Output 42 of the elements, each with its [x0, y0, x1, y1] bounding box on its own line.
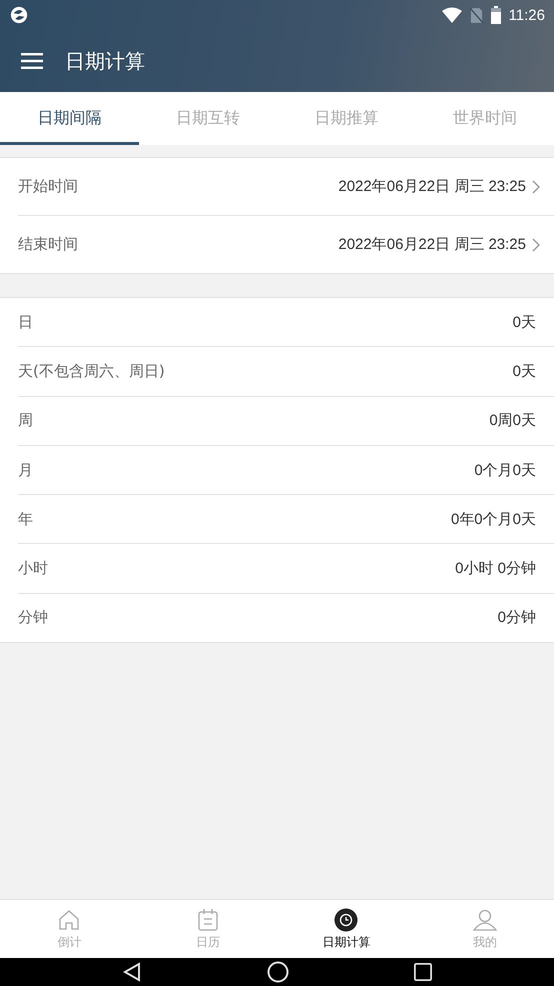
- date-time-picker[interactable]: 2022年06月22日 周三 23:25: [338, 177, 540, 196]
- clock-icon: [334, 908, 358, 932]
- result-value: 0小时 0分钟: [455, 559, 536, 578]
- screen-title: 日期计算: [65, 48, 145, 74]
- nav-item[interactable]: 日期计算: [277, 900, 416, 958]
- wifi-icon: [442, 7, 462, 23]
- tab[interactable]: 日期互转: [138, 92, 277, 145]
- chevron-icon: [532, 238, 540, 252]
- home-icon[interactable]: [266, 961, 289, 983]
- result-value: 0个月0天: [474, 460, 536, 480]
- battery-icon: [490, 6, 501, 24]
- menu-icon[interactable]: [21, 53, 43, 69]
- nav-item[interactable]: 我的: [416, 900, 554, 958]
- nav-item[interactable]: 倒计: [0, 900, 138, 958]
- result-label: 月: [18, 460, 33, 480]
- result-label: 年: [18, 510, 33, 529]
- person-icon: [472, 908, 497, 932]
- tab[interactable]: 世界时间: [416, 92, 554, 145]
- date-time-picker[interactable]: 2022年06月22日 周三 23:25: [338, 235, 540, 254]
- house-icon: [57, 908, 82, 932]
- status-time: 11:26: [508, 6, 545, 24]
- result-value: 0年0个月0天: [450, 510, 536, 529]
- back-icon[interactable]: [122, 962, 142, 982]
- result-label: 周: [18, 411, 33, 430]
- recents-icon[interactable]: [414, 963, 432, 981]
- no-sim-icon: [470, 6, 483, 24]
- tab[interactable]: 日期推算: [277, 92, 416, 145]
- result-value: 0天: [512, 362, 536, 381]
- result-label: 分钟: [18, 608, 48, 628]
- result-label: 日: [18, 312, 33, 332]
- chevron-icon: [532, 180, 540, 194]
- calendar-icon: [196, 908, 220, 932]
- field-label: 开始时间: [18, 177, 78, 196]
- nav-item[interactable]: 日历: [138, 900, 277, 958]
- result-label: 小时: [18, 559, 48, 578]
- result-value: 0天: [512, 312, 536, 332]
- app-logo-icon: [10, 6, 28, 24]
- result-label: 天(不包含周六、周日): [18, 362, 165, 381]
- field-label: 结束时间: [18, 235, 78, 254]
- tab[interactable]: 日期间隔: [0, 92, 138, 145]
- result-value: 0分钟: [498, 608, 536, 628]
- result-value: 0周0天: [489, 411, 536, 430]
